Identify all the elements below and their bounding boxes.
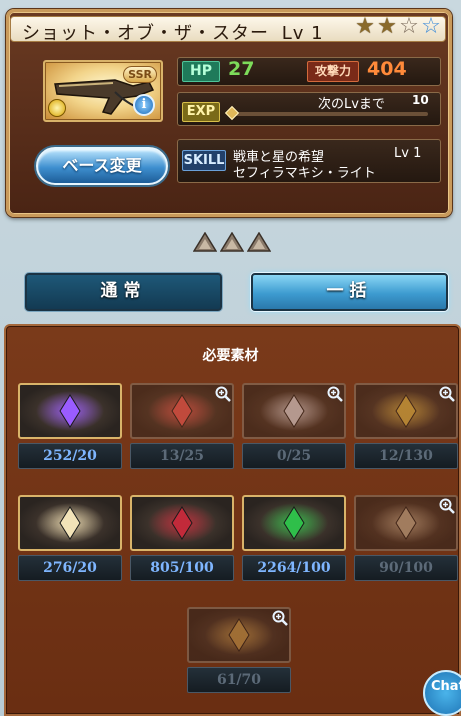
skill-name-secondary[interactable]: セフィラマキシ・ライト bbox=[233, 162, 376, 181]
material-thumbnail[interactable] bbox=[130, 495, 234, 551]
material-thumbnail[interactable] bbox=[18, 495, 122, 551]
magnifier-icon[interactable] bbox=[214, 385, 232, 403]
material-item[interactable]: 252/20 bbox=[18, 383, 122, 475]
material-item[interactable]: 2264/100 bbox=[242, 495, 346, 587]
bulk-mode-button[interactable]: 一括 bbox=[251, 273, 448, 311]
exp-label: EXP bbox=[182, 102, 220, 122]
uncap-triangle-icon bbox=[247, 232, 271, 252]
light-element-icon bbox=[48, 99, 66, 117]
uncap-triangle-icon bbox=[193, 232, 217, 252]
weapon-thumbnail[interactable]: SSR i bbox=[43, 60, 163, 122]
chat-button[interactable]: Chat bbox=[423, 670, 461, 716]
material-item[interactable]: 0/25 bbox=[242, 383, 346, 475]
material-item[interactable]: 90/100 bbox=[354, 495, 458, 587]
magnifier-icon[interactable] bbox=[438, 497, 456, 515]
materials-title: 必要素材 bbox=[202, 348, 259, 364]
filled-star-icon: ★ bbox=[355, 14, 375, 39]
hp-value: 27 bbox=[228, 58, 255, 80]
material-thumbnail[interactable] bbox=[18, 383, 122, 439]
exp-next-label: 次のLvまで bbox=[318, 97, 385, 112]
uncap-indicator bbox=[193, 232, 271, 252]
base-change-button[interactable]: ベース変更 bbox=[36, 147, 168, 185]
rarity-badge: SSR bbox=[123, 66, 157, 83]
material-item[interactable]: 61/70 bbox=[187, 607, 291, 699]
magnifier-icon[interactable] bbox=[271, 609, 289, 627]
material-count: 252/20 bbox=[18, 443, 122, 469]
material-count: 805/100 bbox=[130, 555, 234, 581]
star-rating: ★ ★ ☆ ☆ bbox=[354, 14, 442, 40]
uncap-triangle-icon bbox=[220, 232, 244, 252]
skill-level: Lv 1 bbox=[394, 146, 422, 161]
material-item[interactable]: 12/130 bbox=[354, 383, 458, 475]
material-count: 0/25 bbox=[242, 443, 346, 469]
normal-mode-button[interactable]: 通常 bbox=[25, 273, 222, 311]
filled-star-icon: ★ bbox=[377, 14, 397, 39]
material-count: 12/130 bbox=[354, 443, 458, 469]
material-count: 61/70 bbox=[187, 667, 291, 693]
material-item[interactable]: 805/100 bbox=[130, 495, 234, 587]
attack-label: 攻撃力 bbox=[307, 61, 359, 82]
empty-star-icon: ☆ bbox=[399, 14, 419, 39]
exp-next-value: 10 bbox=[412, 93, 429, 107]
material-thumbnail[interactable] bbox=[242, 495, 346, 551]
purple-crystal-icon bbox=[36, 391, 104, 431]
green-scroll-icon bbox=[260, 503, 328, 543]
material-count: 13/25 bbox=[130, 443, 234, 469]
material-item[interactable]: 276/20 bbox=[18, 495, 122, 587]
attack-value: 404 bbox=[367, 58, 407, 80]
weapon-name: ショット・オブ・ザ・スター bbox=[22, 23, 269, 44]
blue-star-icon: ☆ bbox=[421, 14, 441, 39]
magnifier-icon[interactable] bbox=[438, 385, 456, 403]
red-scroll-icon bbox=[148, 503, 216, 543]
skill-label: SKILL bbox=[182, 150, 226, 171]
magnifier-icon[interactable] bbox=[326, 385, 344, 403]
material-count: 276/20 bbox=[18, 555, 122, 581]
exp-bar bbox=[232, 112, 428, 116]
info-icon[interactable]: i bbox=[133, 94, 155, 116]
material-count: 2264/100 bbox=[242, 555, 346, 581]
material-count: 90/100 bbox=[354, 555, 458, 581]
hp-label: HP bbox=[182, 61, 220, 82]
feather-charm-icon bbox=[36, 503, 104, 543]
weapon-level: Lv 1 bbox=[281, 23, 324, 44]
weapon-title: ショット・オブ・ザ・スター Lv 1 bbox=[22, 19, 324, 45]
material-item[interactable]: 13/25 bbox=[130, 383, 234, 475]
